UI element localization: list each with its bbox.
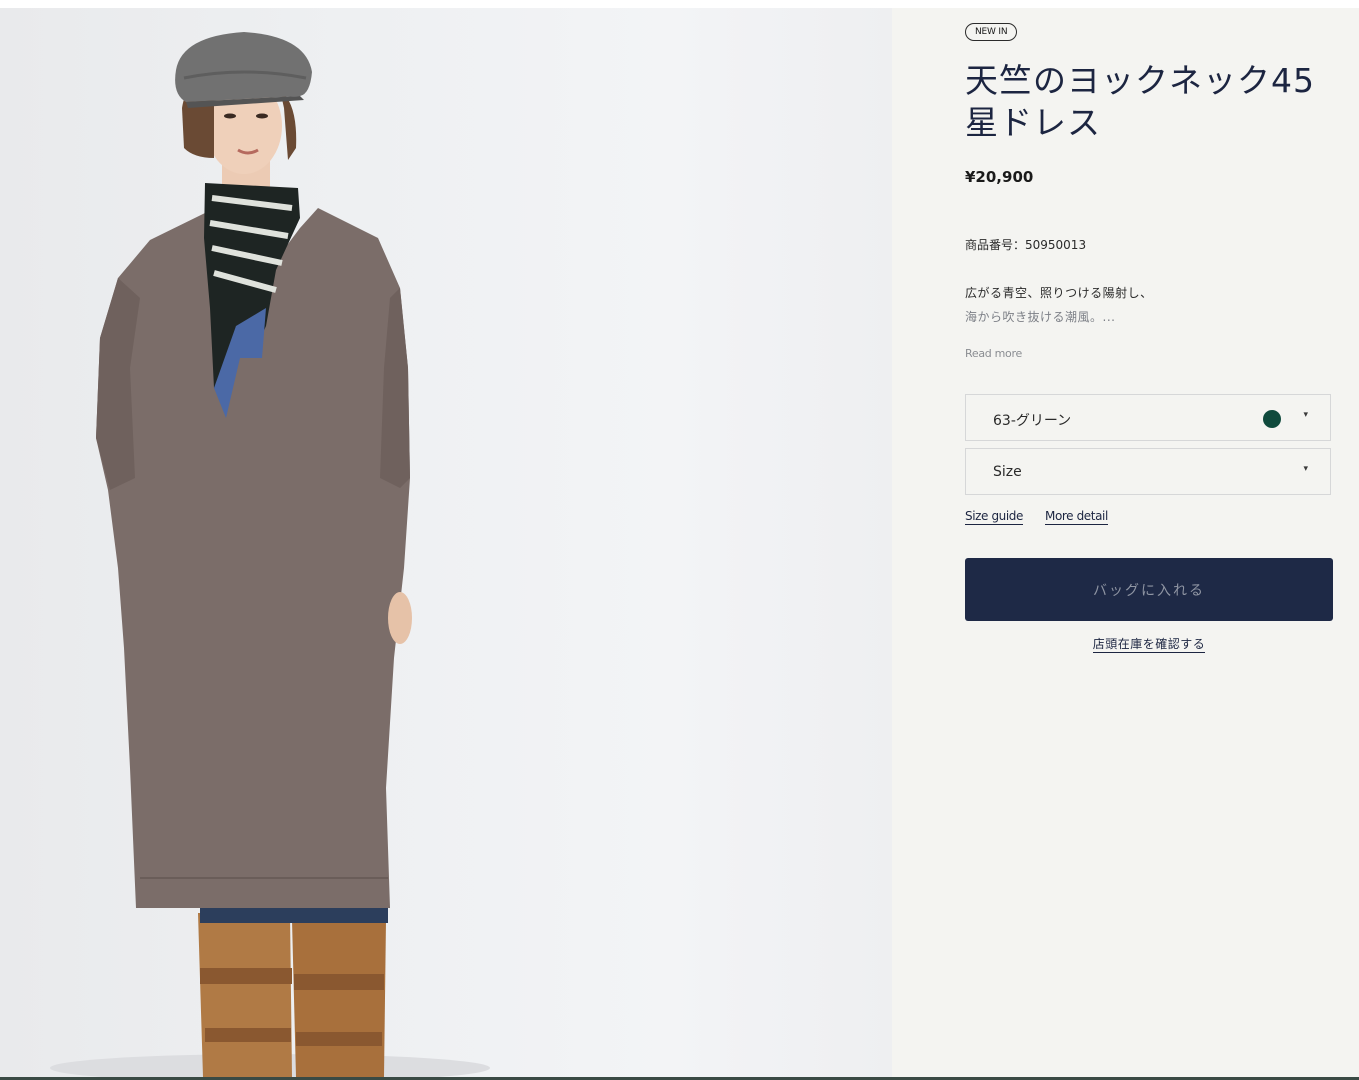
chevron-down-icon: ▾ <box>1303 464 1308 474</box>
chevron-down-icon: ▾ <box>1303 410 1308 420</box>
color-swatch-icon <box>1263 410 1281 428</box>
store-stock-row: 店頭在庫を確認する <box>965 635 1333 653</box>
product-sku: 商品番号：50950013 <box>965 238 1087 252</box>
more-detail-link[interactable]: More detail <box>1045 509 1108 525</box>
description-line-2: 海から吹き抜ける潮風。... <box>965 310 1116 324</box>
add-to-bag-button[interactable]: バッグに入れる <box>965 558 1333 621</box>
color-select[interactable]: 63-グリーン ▾ <box>965 394 1331 441</box>
size-select[interactable]: Size ▾ <box>965 448 1331 495</box>
color-select-value: 63-グリーン <box>993 413 1072 429</box>
product-links: Size guide More detail <box>965 509 1108 525</box>
new-in-badge: NEW IN <box>965 23 1018 41</box>
product-price: ¥20,900 <box>965 168 1034 186</box>
top-edge <box>0 0 1359 8</box>
size-guide-link[interactable]: Size guide <box>965 509 1023 525</box>
model-illustration <box>50 32 490 1077</box>
product-image <box>0 8 892 1077</box>
description-line-1: 広がる青空、照りつける陽射し、 <box>965 286 1153 300</box>
check-store-stock-link[interactable]: 店頭在庫を確認する <box>1092 637 1206 653</box>
size-select-placeholder: Size <box>993 464 1022 480</box>
read-more-link[interactable]: Read more <box>965 347 1022 360</box>
product-title: 天竺のヨックネック45星ドレス <box>965 61 1315 142</box>
